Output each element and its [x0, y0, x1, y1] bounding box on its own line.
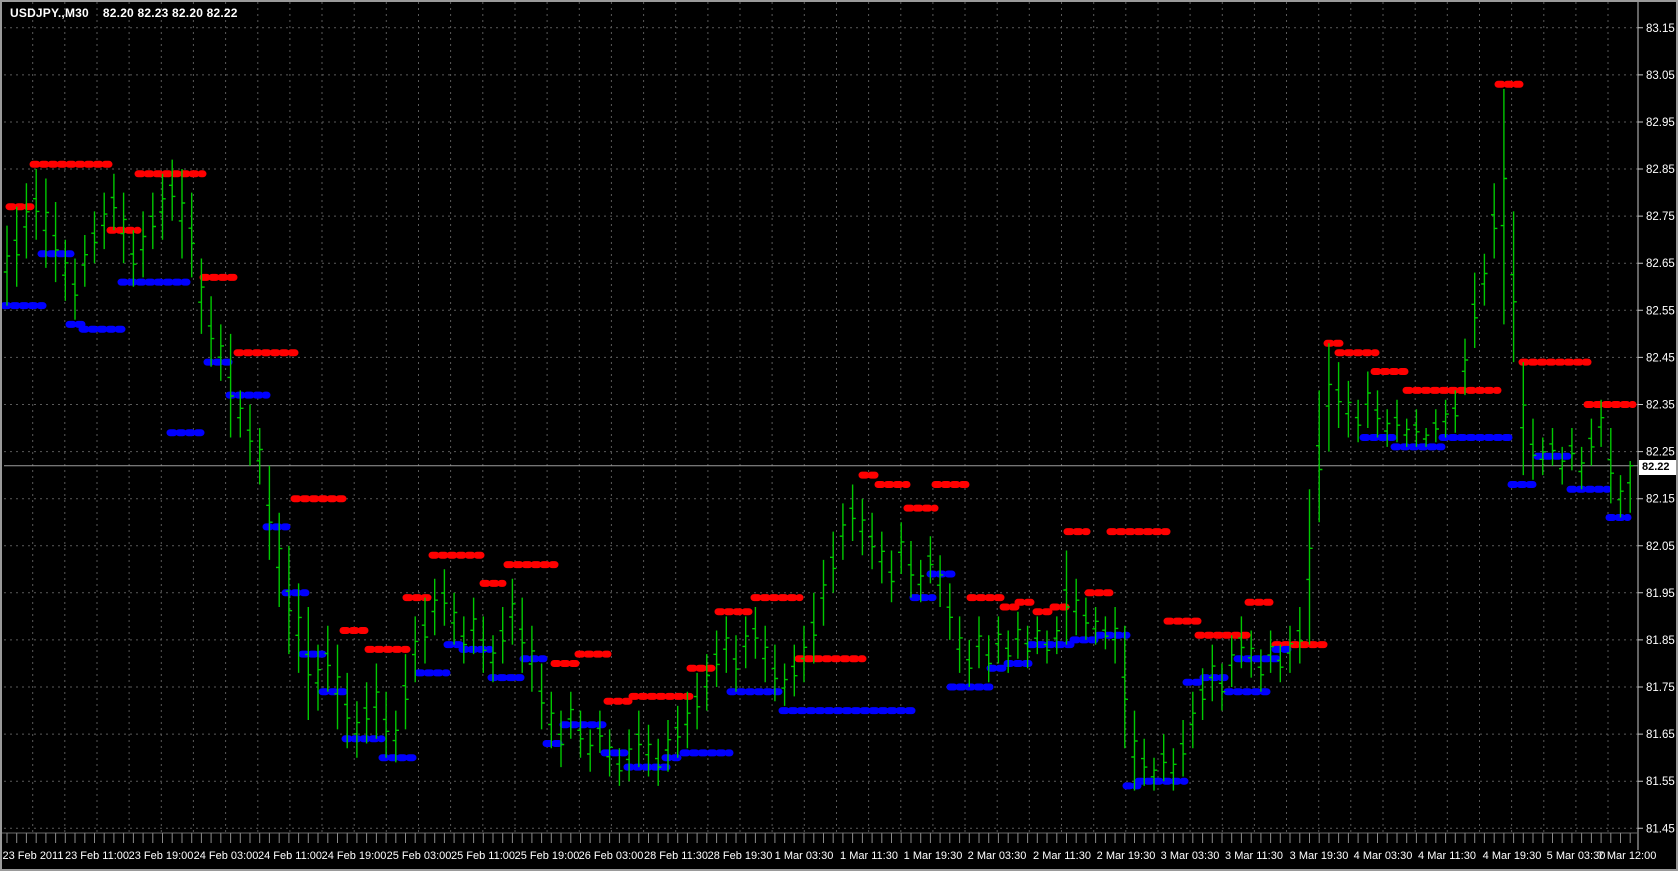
time-axis-label[interactable]: 25 Feb 19:00 — [515, 850, 580, 862]
time-axis-label[interactable]: 28 Feb 11:30 — [644, 850, 708, 862]
price-axis-label[interactable]: 82.75 — [1646, 211, 1675, 223]
price-axis-label[interactable]: 82.45 — [1646, 352, 1675, 364]
time-axis-label[interactable]: 2 Mar 03:30 — [968, 850, 1027, 862]
price-axis-label[interactable]: 82.55 — [1646, 305, 1675, 317]
time-axis-label[interactable]: 3 Mar 03:30 — [1161, 850, 1220, 862]
time-axis-label[interactable]: 7 Mar 12:00 — [1598, 850, 1657, 862]
quote-ohlc-label: 82.20 82.23 82.20 82.22 — [102, 6, 238, 20]
time-axis-label[interactable]: 3 Mar 19:30 — [1290, 850, 1349, 862]
price-axis-label[interactable]: 83.15 — [1646, 23, 1675, 35]
price-axis-label[interactable]: 81.65 — [1646, 729, 1675, 741]
time-axis-label[interactable]: 4 Mar 03:30 — [1354, 850, 1413, 862]
price-axis-label[interactable]: 82.25 — [1646, 447, 1675, 459]
time-axis-label[interactable]: 5 Mar 03:30 — [1547, 850, 1606, 862]
price-axis-label[interactable]: 81.95 — [1646, 588, 1675, 600]
price-axis-label[interactable]: 82.05 — [1646, 541, 1675, 553]
time-axis-label[interactable]: 28 Feb 19:30 — [708, 850, 773, 862]
price-axis-label[interactable]: 82.85 — [1646, 164, 1675, 176]
price-axis-label[interactable]: 82.95 — [1646, 117, 1675, 129]
time-axis-label[interactable]: 24 Feb 03:00 — [194, 850, 259, 862]
chart-plot-area[interactable]: 83.15 83.05 82.95 82.85 82.75 82.65 82.55 82.45… — [2, 2, 1676, 869]
price-axis-label[interactable]: 81.85 — [1646, 635, 1675, 647]
price-axis-label[interactable]: 81.45 — [1646, 823, 1675, 835]
time-axis-label[interactable]: 1 Mar 11:30 — [840, 850, 898, 862]
price-axis-label[interactable]: 81.55 — [1646, 776, 1675, 788]
time-axis-label[interactable]: 3 Mar 11:30 — [1225, 850, 1283, 862]
price-axis-label[interactable]: 81.75 — [1646, 682, 1675, 694]
time-axis-label[interactable]: 25 Feb 03:00 — [387, 850, 452, 862]
symbol-timeframe-label: USDJPY.,M30 — [10, 6, 89, 20]
time-axis-label[interactable]: 26 Feb 03:00 — [579, 850, 644, 862]
time-axis-label[interactable]: 1 Mar 19:30 — [904, 850, 963, 862]
time-axis-label[interactable]: 4 Mar 11:30 — [1418, 850, 1476, 862]
price-axis-label[interactable]: 82.15 — [1646, 494, 1675, 506]
chart-window: 83.15 83.05 82.95 82.85 82.75 82.65 82.55 82.45… — [0, 0, 1678, 871]
chart-background — [2, 2, 1676, 869]
time-axis-label[interactable]: 2 Mar 19:30 — [1097, 850, 1156, 862]
time-axis-label[interactable]: 23 Feb 2011 — [3, 850, 64, 862]
chart-title: USDJPY.,M30 82.20 82.23 82.20 82.22 — [10, 6, 238, 20]
time-axis-label[interactable]: 24 Feb 11:00 — [258, 850, 322, 862]
time-axis-label[interactable]: 23 Feb 11:00 — [65, 850, 129, 862]
price-axis-label[interactable]: 82.35 — [1646, 400, 1675, 412]
price-axis-label[interactable]: 82.65 — [1646, 258, 1675, 270]
time-axis-label[interactable]: 4 Mar 19:30 — [1483, 850, 1542, 862]
current-price-badge: 82.22 — [1639, 460, 1676, 475]
price-axis-label[interactable]: 83.05 — [1646, 70, 1675, 82]
time-axis-label[interactable]: 1 Mar 03:30 — [775, 850, 834, 862]
time-axis-label[interactable]: 2 Mar 11:30 — [1033, 850, 1091, 862]
time-axis-label[interactable]: 25 Feb 11:00 — [451, 850, 515, 862]
time-axis-label[interactable]: 24 Feb 19:00 — [322, 850, 387, 862]
time-axis-label[interactable]: 23 Feb 19:00 — [129, 850, 194, 862]
